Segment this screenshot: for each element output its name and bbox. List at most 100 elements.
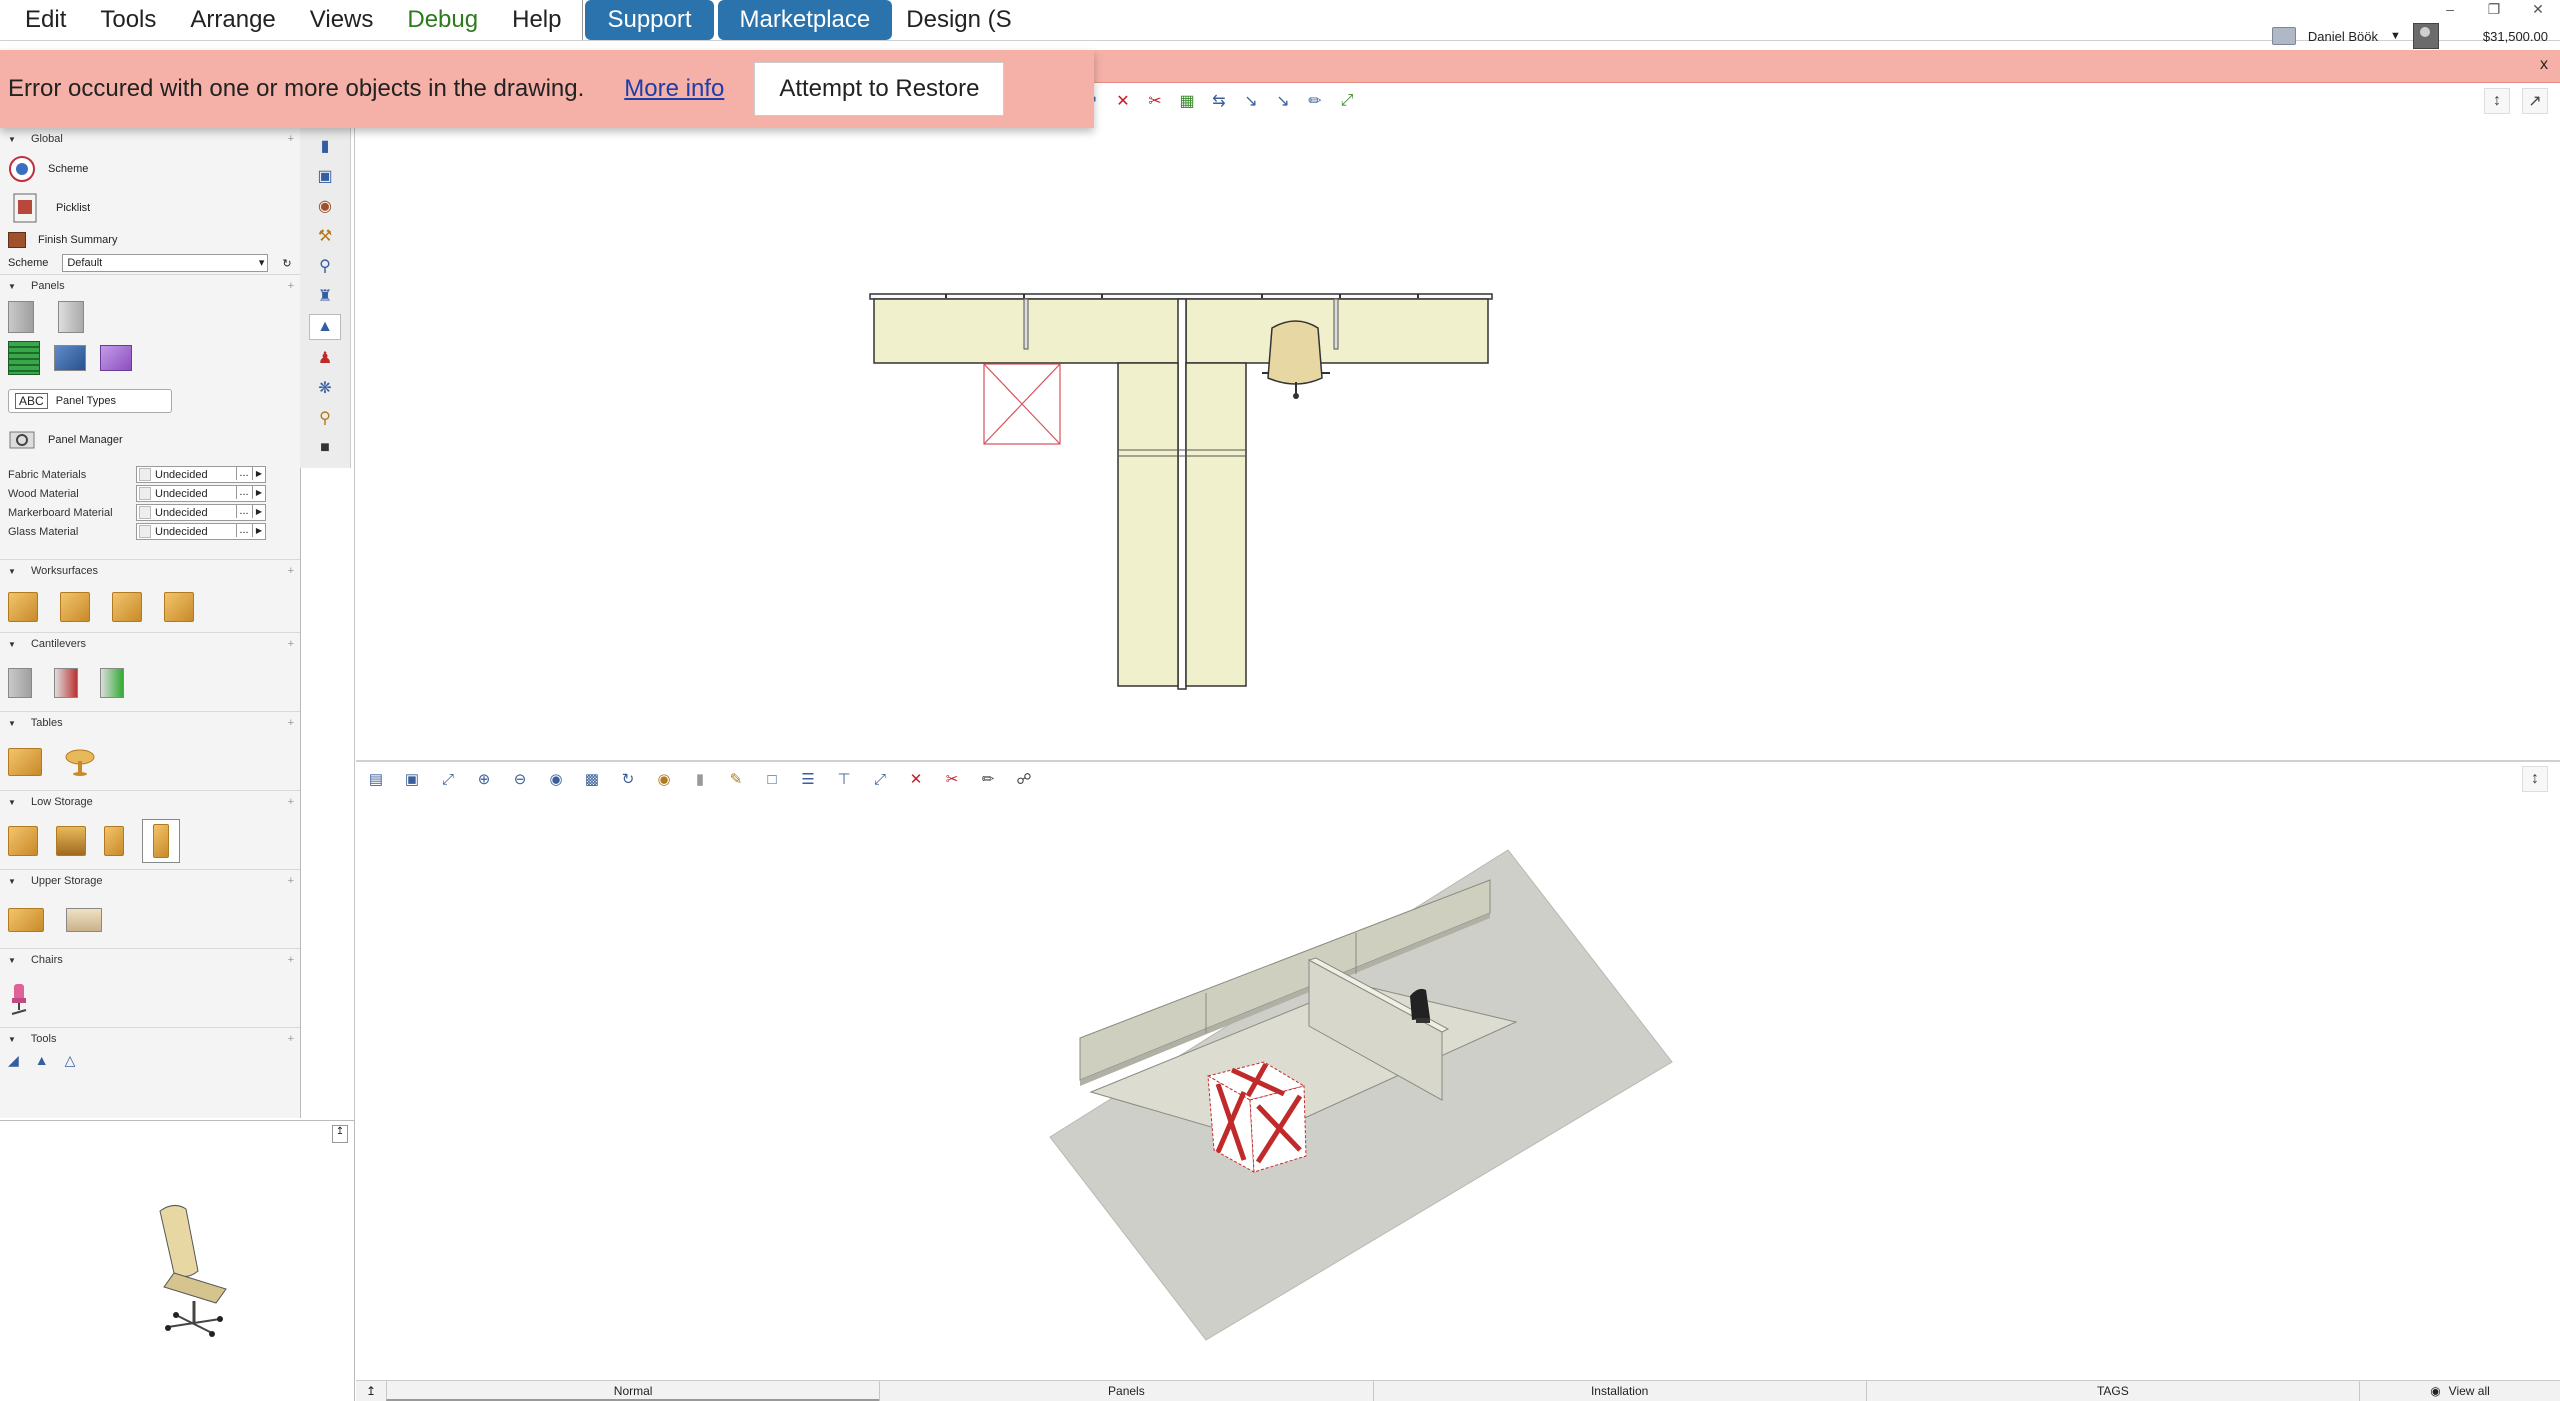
section-chairs[interactable]: Chairs+ xyxy=(0,948,300,971)
menu-debug[interactable]: Debug xyxy=(390,0,495,40)
tab-panels-icon[interactable]: ▮ xyxy=(310,134,340,158)
layers-icon[interactable]: ☰ xyxy=(796,767,820,791)
panel-connector-icon[interactable] xyxy=(54,345,86,371)
tab-lab-icon[interactable]: ⚲ xyxy=(310,254,340,278)
grid-icon[interactable]: ▦ xyxy=(1176,90,1198,112)
avatar[interactable] xyxy=(2412,23,2439,49)
marketplace-button[interactable]: Marketplace xyxy=(717,0,893,40)
zoom-out-icon[interactable]: ⊖ xyxy=(508,767,532,791)
tab-furniture-icon[interactable]: ▲ xyxy=(309,314,341,340)
panel-stack-icon[interactable] xyxy=(8,341,40,375)
finish-summary-button[interactable]: Finish Summary xyxy=(38,234,117,246)
plan-right-return[interactable] xyxy=(1185,362,1247,687)
glass-material-field[interactable]: Undecided... ▶ xyxy=(136,523,266,540)
menu-help[interactable]: Help xyxy=(495,0,578,40)
status-tab-installation[interactable]: Installation xyxy=(1372,1381,1866,1401)
camera-view-icon[interactable]: ◉ xyxy=(544,767,568,791)
statusbar-pin-icon[interactable]: ↥ xyxy=(356,1381,386,1401)
tab-cube-icon[interactable]: ▣ xyxy=(310,164,340,188)
picklist-row[interactable]: Picklist xyxy=(0,188,300,228)
pencil-icon[interactable]: ✎ xyxy=(724,767,748,791)
section-upper-storage[interactable]: Upper Storage+ xyxy=(0,869,300,892)
worksurface-curved-icon[interactable] xyxy=(164,592,194,622)
user-name[interactable]: Daniel Böök xyxy=(2308,29,2378,44)
user-dropdown-icon[interactable]: ▼ xyxy=(2390,30,2401,42)
zoom-in-icon[interactable]: ⊕ xyxy=(472,767,496,791)
viewport-splitter[interactable] xyxy=(356,760,2560,762)
pedestal-icon[interactable] xyxy=(8,826,38,856)
plan-spine-panel[interactable] xyxy=(1177,298,1187,690)
menu-tools[interactable]: Tools xyxy=(83,0,173,40)
panel-curved-icon[interactable] xyxy=(100,345,132,371)
plan-left-return[interactable] xyxy=(1117,362,1179,687)
3d-view-canvas[interactable] xyxy=(356,800,2560,1380)
menu-views[interactable]: Views xyxy=(293,0,391,40)
scheme-row[interactable]: Scheme xyxy=(0,150,300,188)
section-cantilevers[interactable]: Cantilevers+ xyxy=(0,632,300,655)
restore-icon[interactable]: ❐ xyxy=(2472,0,2516,18)
measure-icon[interactable]: ⇆ xyxy=(1208,90,1230,112)
tab-people-icon[interactable]: ♟ xyxy=(310,346,340,370)
plan-workstation[interactable] xyxy=(869,293,1493,690)
diagonal-icon[interactable]: ↘ xyxy=(1272,90,1294,112)
section-worksurfaces[interactable]: Worksurfaces+ xyxy=(0,559,300,582)
panel-straight-icon[interactable] xyxy=(8,301,34,333)
scheme-refresh-icon[interactable]: ↻ xyxy=(282,257,291,270)
tab-chair-icon[interactable]: ♜ xyxy=(310,284,340,308)
cantilever-replace-icon[interactable] xyxy=(100,668,124,698)
door-icon[interactable]: ▮ xyxy=(688,767,712,791)
cantilever-remove-icon[interactable] xyxy=(54,668,78,698)
menu-design[interactable]: Design (S xyxy=(894,0,1017,40)
wood-material-field[interactable]: Undecided... ▶ xyxy=(136,485,266,502)
rotate-icon[interactable]: ↻ xyxy=(616,767,640,791)
section-tables[interactable]: Tables+ xyxy=(0,711,300,734)
chair-pink-icon[interactable] xyxy=(8,982,32,1016)
tool-mirror-icon[interactable]: △ xyxy=(65,1052,76,1069)
worksurface-return-icon[interactable] xyxy=(112,592,142,622)
locker-icon[interactable] xyxy=(142,819,180,863)
tool-ramp-icon[interactable]: ◢ xyxy=(8,1052,19,1069)
fit-icon[interactable]: ⤢ xyxy=(436,767,460,791)
panel-glass-icon[interactable] xyxy=(58,301,84,333)
tab-bug-icon[interactable]: ❋ xyxy=(310,376,340,400)
link-icon[interactable]: ☍ xyxy=(1012,767,1036,791)
split-icon[interactable]: ✂ xyxy=(1144,90,1166,112)
cantilever-add-icon[interactable] xyxy=(8,668,32,698)
tab-search-icon[interactable]: ⚲ xyxy=(310,406,340,430)
tab-tools-icon[interactable]: ⚒ xyxy=(310,224,340,248)
shelf-icon[interactable] xyxy=(66,908,102,932)
preview-pin-icon[interactable]: ↥ xyxy=(332,1125,348,1143)
support-button[interactable]: Support xyxy=(585,0,714,40)
attempt-restore-button[interactable]: Attempt to Restore xyxy=(754,62,1005,116)
worksurface-corner-icon[interactable] xyxy=(60,592,90,622)
render-icon[interactable]: ▩ xyxy=(580,767,604,791)
tab-finishes-icon[interactable]: ◉ xyxy=(310,194,340,218)
table-round-icon[interactable] xyxy=(64,747,96,777)
align-icon[interactable]: ⊤ xyxy=(832,767,856,791)
delete-icon[interactable]: ✕ xyxy=(1112,90,1134,112)
eye-icon[interactable]: ◉ xyxy=(652,767,676,791)
tool-align-icon[interactable]: ▲ xyxy=(35,1052,49,1068)
picklist-button[interactable]: Picklist xyxy=(56,202,90,214)
move-icon[interactable]: ⤢ xyxy=(868,767,892,791)
plan-view-canvas[interactable] xyxy=(356,128,2560,758)
line-icon[interactable]: ↘ xyxy=(1240,90,1262,112)
section-global[interactable]: Global+ xyxy=(0,128,300,150)
tall-pedestal-icon[interactable] xyxy=(104,826,124,856)
expand-3d-icon[interactable]: ↕ xyxy=(2522,766,2548,792)
close-window-icon[interactable]: ✕ xyxy=(2516,0,2560,18)
camera-icon[interactable] xyxy=(2271,27,2296,45)
more-info-link[interactable]: More info xyxy=(624,75,724,103)
ruler-icon[interactable]: ✏ xyxy=(1304,90,1326,112)
cut-3d-icon[interactable]: ✂ xyxy=(940,767,964,791)
selection-box-icon[interactable]: □ xyxy=(760,767,784,791)
scheme-select[interactable]: Default xyxy=(62,254,269,272)
panel-manager-button[interactable]: Panel Manager xyxy=(48,434,123,446)
section-low-storage[interactable]: Low Storage+ xyxy=(0,790,300,813)
popout-icon[interactable]: ↗ xyxy=(2522,88,2548,114)
drawer-unit-icon[interactable] xyxy=(56,826,86,856)
view-all-button[interactable]: ◉ View all xyxy=(2359,1381,2560,1401)
status-tab-tags[interactable]: TAGS xyxy=(1865,1381,2359,1401)
fabric-material-field[interactable]: Undecided... ▶ xyxy=(136,466,266,483)
overhead-bin-icon[interactable] xyxy=(8,908,44,932)
